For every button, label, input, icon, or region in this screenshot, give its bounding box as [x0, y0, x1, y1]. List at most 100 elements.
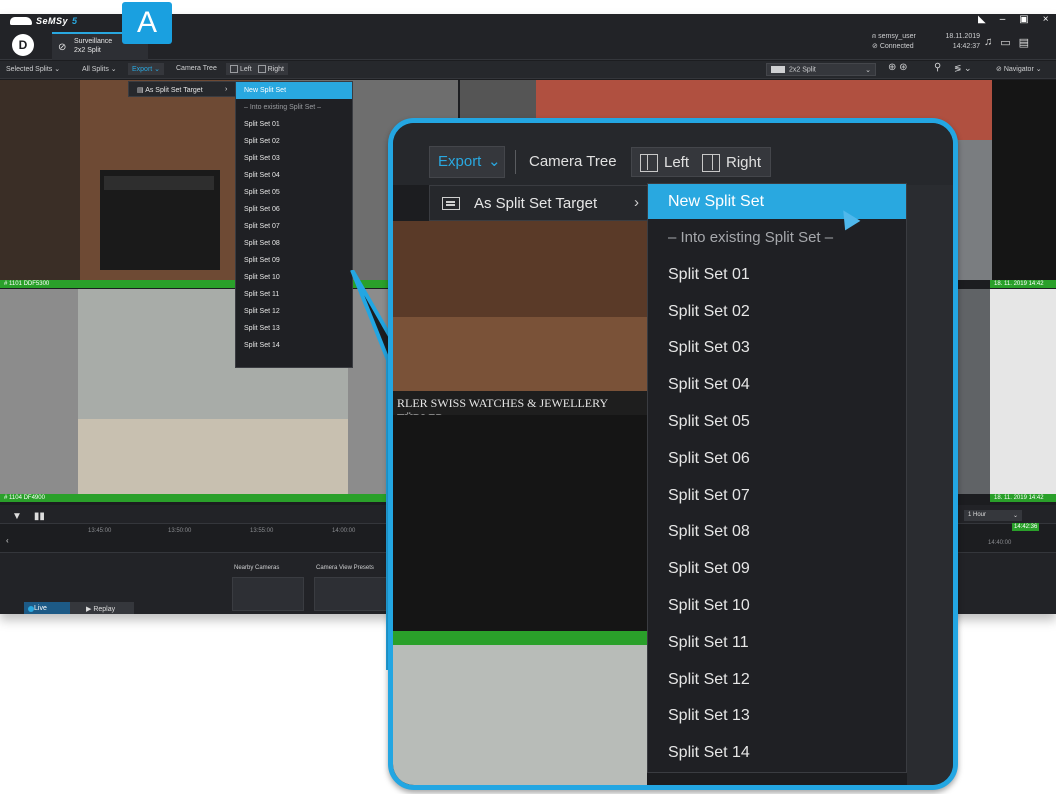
as-split-set-target-label: As Split Set Target — [474, 195, 598, 212]
selected-splits-label: Selected Splits — [6, 66, 53, 73]
camera-tree-label: Camera Tree — [176, 65, 217, 72]
monitor-icon[interactable]: ◣ — [978, 14, 986, 25]
live-dot-icon — [28, 606, 34, 612]
clock: 18.11.2019 14:42:37 — [940, 32, 980, 52]
menu-item-split-set[interactable]: Split Set 12 — [648, 661, 906, 698]
menu-item-split-set[interactable]: Split Set 13 — [648, 697, 906, 734]
timeline-tick: 14:40:00 — [988, 540, 1012, 546]
export-label: Export — [438, 153, 482, 170]
timeline-range-select[interactable]: 1 Hour ⌄ — [964, 510, 1022, 521]
menu-item-split-set[interactable]: Split Set 07 — [236, 218, 352, 235]
split-layout-select[interactable]: 2x2 Split ⌄ — [766, 63, 876, 76]
all-splits-dropdown[interactable]: All Splits ⌄ — [82, 65, 117, 73]
menu-item-split-set[interactable]: Split Set 08 — [236, 235, 352, 252]
clock-time: 14:42:37 — [952, 43, 980, 50]
monitor-icon — [442, 197, 460, 210]
pin-icon[interactable]: ⚲ — [934, 62, 941, 73]
navigator-dropdown[interactable]: ⊘ Navigator ⌄ — [996, 65, 1042, 73]
link-icon: ⊘ — [58, 42, 67, 53]
camera-timestamp-1: 18. 11. 2019 14:42 — [990, 280, 1056, 288]
camera-tree-label: Camera Tree — [529, 153, 617, 170]
callout-label: A — [122, 2, 172, 44]
window-controls: ◣ – ▣ × — [978, 14, 1049, 25]
menu-item-new-split-set[interactable]: New Split Set — [648, 184, 906, 219]
menu-item-split-set[interactable]: Split Set 10 — [236, 269, 352, 286]
menu-item-split-set[interactable]: Split Set 03 — [236, 150, 352, 167]
menu-item-split-set[interactable]: Split Set 14 — [236, 337, 352, 354]
menu-item-split-set[interactable]: Split Set 04 — [236, 167, 352, 184]
right-panel-icon — [702, 154, 720, 172]
timeline-tick: 13:55:00 — [250, 528, 274, 534]
menu-item-split-set[interactable]: Split Set 12 — [236, 303, 352, 320]
connection-status: Connected — [879, 43, 914, 50]
notes-icon[interactable]: ▤ — [1019, 36, 1029, 49]
filter-icon[interactable]: ▼ — [12, 511, 22, 522]
menu-item-split-set[interactable]: Split Set 09 — [648, 550, 906, 587]
chevron-down-icon: ⌄ — [865, 67, 871, 74]
menu-item-as-split-set-target[interactable]: ▤ As Split Set Target › — [128, 81, 236, 97]
minimize-button[interactable]: – — [1000, 14, 1006, 25]
menu-item-split-set[interactable]: Split Set 08 — [648, 513, 906, 550]
dark-area — [992, 80, 1056, 280]
camera-timestamp-2: 18. 11. 2019 14:42 — [990, 494, 1056, 502]
nearby-cameras-label: Nearby Cameras — [234, 565, 280, 571]
user-info: ⍝ semsy_user ⊘ Connected — [872, 32, 916, 52]
nearby-cameras-panel[interactable] — [232, 577, 304, 611]
bell-icon[interactable]: ♫ — [984, 36, 992, 49]
menu-item-split-set[interactable]: Split Set 06 — [236, 201, 352, 218]
menu-item-split-set[interactable]: Split Set 05 — [648, 403, 906, 440]
chevron-left-icon[interactable]: ‹ — [6, 536, 9, 545]
bookmark-icon[interactable]: ▮▮ — [34, 511, 45, 522]
menu-item-split-set[interactable]: Split Set 14 — [648, 734, 906, 771]
menu-item-split-set[interactable]: Split Set 01 — [236, 116, 352, 133]
live-button[interactable]: Live — [24, 602, 70, 614]
close-button[interactable]: × — [1043, 14, 1049, 25]
menu-item-split-set[interactable]: Split Set 03 — [648, 329, 906, 366]
magnified-right-image — [907, 185, 953, 785]
brand-suffix: 5 — [72, 16, 78, 26]
menu-item-split-set[interactable]: Split Set 02 — [236, 133, 352, 150]
chevron-right-icon: › — [225, 86, 228, 93]
menu-item-split-set[interactable]: Split Set 09 — [236, 252, 352, 269]
chat-icon[interactable]: ▭ — [1000, 36, 1010, 49]
left-right-toggle[interactable]: Left Right — [226, 63, 288, 75]
menu-item-split-set[interactable]: Split Set 04 — [648, 366, 906, 403]
as-split-set-target-label: As Split Set Target — [145, 87, 203, 94]
timeline-now-marker: 14:42:36 — [1012, 523, 1040, 531]
left-panel-icon — [230, 65, 238, 73]
maximize-button[interactable]: ▣ — [1019, 14, 1028, 25]
chevron-right-icon: › — [634, 194, 639, 211]
menu-item-as-split-set-target[interactable]: As Split Set Target › — [429, 185, 653, 221]
menu-item-split-set[interactable]: Split Set 06 — [648, 440, 906, 477]
right-label: Right — [726, 154, 762, 171]
left-panel-icon — [640, 154, 658, 172]
replay-button[interactable]: ▶ Replay — [70, 602, 134, 614]
menu-item-split-set[interactable]: Split Set 07 — [648, 477, 906, 514]
hall-floor — [78, 419, 348, 494]
menu-item-split-set[interactable]: Split Set 13 — [236, 320, 352, 337]
right-label: Right — [267, 65, 284, 73]
timeline-range-label: 1 Hour — [968, 512, 987, 518]
chevron-down-icon: ⌄ — [488, 153, 501, 170]
magnifier-callout: RLER SWISS WATCHES & JEWELLERY TÜRLER Ex… — [388, 118, 958, 790]
menu-item-split-set[interactable]: Split Set 01 — [648, 256, 906, 293]
export-dropdown[interactable]: Export ⌄ — [128, 63, 165, 75]
magnified-toolbar: Export ⌄ Camera Tree Left Right — [393, 123, 953, 185]
selected-splits-dropdown[interactable]: Selected Splits ⌄ — [6, 65, 60, 73]
left-right-toggle[interactable]: Left Right — [631, 147, 771, 177]
menu-separator-label: – Into existing Split Set – — [668, 229, 834, 246]
menu-item-split-set[interactable]: Split Set 02 — [648, 293, 906, 330]
export-dropdown[interactable]: Export ⌄ — [429, 146, 505, 178]
magnified-camera-image: RLER SWISS WATCHES & JEWELLERY TÜRLER — [393, 221, 647, 785]
camera-add-icon[interactable]: ⊕ ⊛ — [888, 62, 908, 73]
menu-item-split-set[interactable]: Split Set 11 — [236, 286, 352, 303]
menu-item-split-set[interactable]: Split Set 05 — [236, 184, 352, 201]
live-label: Live — [34, 605, 47, 612]
layers-dropdown[interactable]: ≶ ⌄ — [954, 63, 972, 74]
grid-icon — [771, 66, 785, 73]
app-menu-button[interactable]: D — [12, 34, 34, 56]
tab-subtitle: 2x2 Split — [74, 47, 101, 54]
menu-item-new-split-set[interactable]: New Split Set — [236, 82, 352, 99]
menu-item-split-set[interactable]: Split Set 11 — [648, 624, 906, 661]
menu-item-split-set[interactable]: Split Set 10 — [648, 587, 906, 624]
